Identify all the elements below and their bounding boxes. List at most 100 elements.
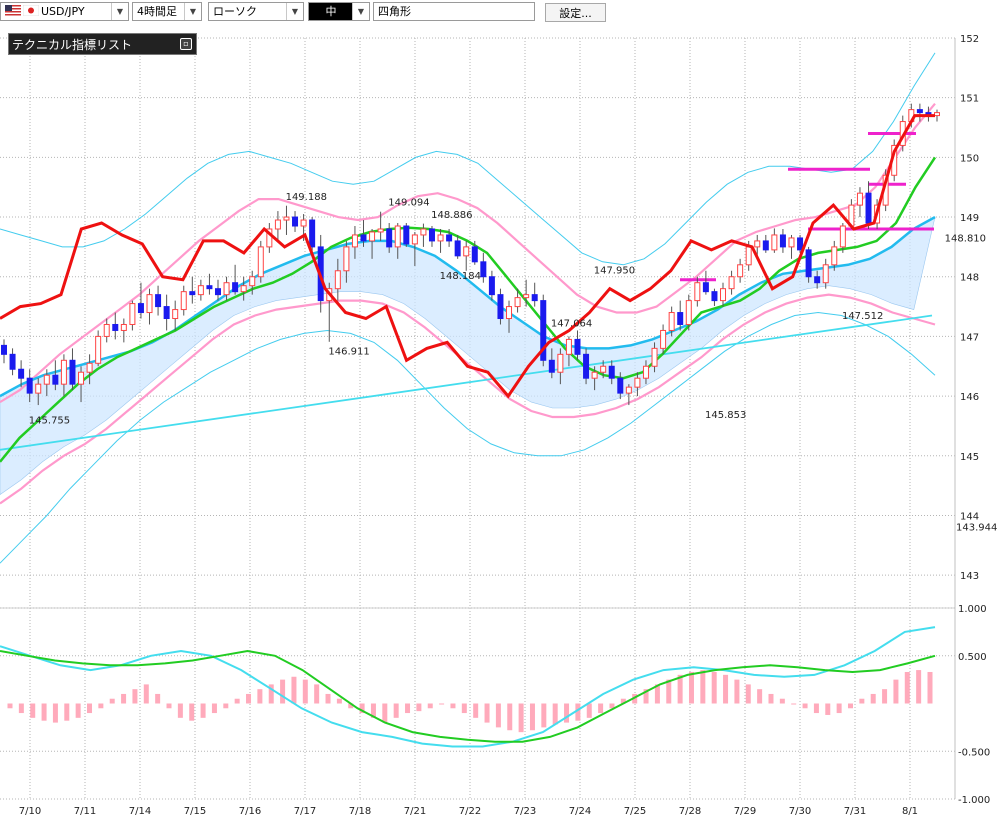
- candle-down: [454, 240, 461, 257]
- candle-down: [206, 285, 213, 290]
- date-tick-label: 7/18: [349, 806, 371, 817]
- candle-up: [720, 288, 727, 302]
- price-tick-label: 148: [960, 273, 979, 284]
- histogram-bar: [382, 703, 388, 723]
- candle-down: [797, 237, 804, 251]
- shape-field[interactable]: 四角形: [373, 2, 535, 21]
- settings-button[interactable]: 設定...: [545, 3, 606, 22]
- candle-up: [95, 335, 102, 364]
- symbol-label: USD/JPY: [41, 5, 85, 18]
- candle-down: [232, 282, 239, 293]
- histogram-bar: [916, 670, 922, 704]
- candle-up: [283, 216, 290, 221]
- candle-up: [172, 309, 179, 320]
- secondary-axis-label: 143.944: [956, 522, 997, 533]
- chevron-down-icon[interactable]: ▼: [352, 3, 369, 20]
- histogram-bar: [813, 703, 819, 714]
- chevron-down-icon[interactable]: ▼: [184, 3, 201, 20]
- histogram-bar: [836, 703, 842, 714]
- candle-down: [497, 294, 504, 320]
- osc-tick-label: -1.000: [958, 795, 990, 806]
- candle-down: [163, 306, 170, 320]
- histogram-bar: [302, 679, 308, 704]
- candle-up: [831, 246, 838, 266]
- histogram-bar: [427, 703, 433, 709]
- histogram-bar: [666, 679, 672, 704]
- period-select[interactable]: 4時間足 ▼: [132, 2, 202, 21]
- histogram-bar: [246, 693, 252, 704]
- candle-up: [822, 264, 829, 284]
- candle-up: [78, 371, 85, 385]
- histogram-bar: [904, 671, 910, 704]
- toolbar: USD/JPY ▼ 4時間足 ▼ ローソク ▼ 中 ▼ 四角形 設定...: [0, 0, 1002, 26]
- candle-up: [377, 228, 384, 233]
- candle-up: [839, 225, 846, 248]
- candle-up: [745, 246, 752, 266]
- price-tick-label: 147: [960, 332, 979, 343]
- candle-down: [779, 234, 786, 248]
- candle-up: [591, 371, 598, 379]
- candle-down: [386, 228, 393, 248]
- histogram-bar: [677, 674, 683, 704]
- histogram-bar: [109, 698, 115, 704]
- candle-up: [788, 237, 795, 248]
- histogram-bar: [700, 670, 706, 704]
- histogram-bar: [143, 684, 149, 704]
- candle-down: [702, 282, 709, 293]
- histogram-bar: [177, 703, 183, 718]
- price-tick-label: 150: [960, 153, 979, 164]
- candle-up: [728, 276, 735, 290]
- price-annotation: 147.064: [551, 319, 592, 330]
- histogram-bar: [200, 703, 206, 718]
- candle-up: [771, 234, 778, 251]
- candle-down: [814, 276, 821, 284]
- candle-down: [677, 312, 684, 325]
- histogram-bar: [405, 703, 411, 714]
- symbol-select[interactable]: USD/JPY ▼: [0, 2, 129, 21]
- candle-up: [86, 362, 93, 373]
- price-tick-label: 145: [960, 452, 979, 463]
- candle-up: [35, 383, 42, 394]
- histogram-bar: [257, 689, 263, 704]
- date-tick-label: 7/23: [514, 806, 536, 817]
- histogram-bar: [768, 693, 774, 704]
- date-tick-label: 7/17: [294, 806, 316, 817]
- histogram-bar: [121, 693, 127, 704]
- histogram-bar: [552, 703, 558, 725]
- indicator-list-panel[interactable]: テクニカル指標リスト ▫: [8, 33, 197, 55]
- histogram-bar: [802, 703, 808, 709]
- indicator-list-title: テクニカル指標リスト: [12, 38, 133, 52]
- date-tick-label: 7/25: [624, 806, 646, 817]
- price-chart[interactable]: 145.755 149.188 146.911 149.094148.886 148.1…: [0, 25, 1002, 819]
- chevron-down-icon[interactable]: ▼: [111, 3, 128, 20]
- osc-tick-label: 0.500: [958, 652, 987, 663]
- histogram-bar: [723, 674, 729, 704]
- histogram-bar: [52, 703, 58, 723]
- chevron-down-icon[interactable]: ▼: [286, 3, 303, 20]
- histogram-bar: [223, 703, 229, 709]
- candle-down: [69, 359, 76, 385]
- histogram-bar: [541, 703, 547, 728]
- candle-up: [625, 386, 632, 394]
- histogram-bar: [870, 693, 876, 704]
- chart-type-select[interactable]: ローソク ▼: [208, 2, 304, 21]
- histogram-bar: [847, 703, 853, 709]
- window-toggle-icon[interactable]: ▫: [180, 38, 192, 50]
- candle-down: [18, 368, 25, 379]
- histogram-bar: [461, 703, 467, 714]
- histogram-bar: [484, 703, 490, 723]
- size-select[interactable]: 中 ▼: [308, 2, 370, 21]
- date-tick-label: 7/14: [129, 806, 151, 817]
- candle-up: [600, 365, 607, 373]
- candle-up: [514, 297, 521, 308]
- price-tick-label: 146: [960, 392, 979, 403]
- date-tick-label: 7/31: [844, 806, 866, 817]
- price-tick-label: 144: [960, 511, 979, 522]
- histogram-bar: [688, 671, 694, 704]
- histogram-bar: [7, 703, 13, 709]
- candle-up: [506, 306, 513, 320]
- candle-down: [292, 216, 299, 227]
- histogram-bar: [473, 703, 479, 718]
- histogram-bar: [564, 703, 570, 723]
- candle-down: [446, 234, 453, 242]
